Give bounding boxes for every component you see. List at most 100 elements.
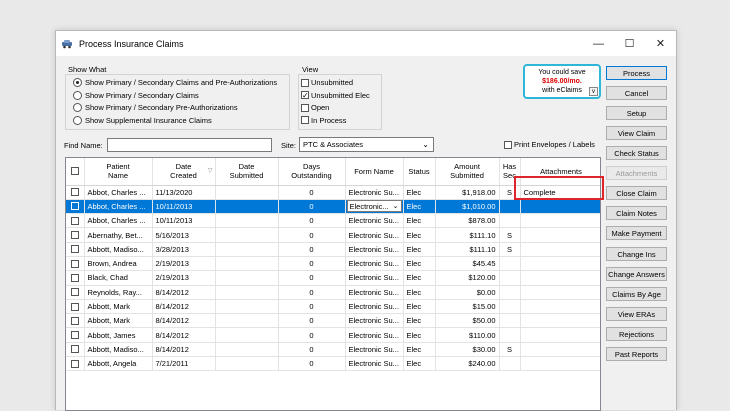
process-button[interactable]: Process [606, 66, 667, 80]
cancel-button[interactable]: Cancel [606, 86, 667, 100]
row-checkbox[interactable] [70, 359, 79, 368]
row-checkbox-cell[interactable] [66, 213, 85, 229]
table-row[interactable]: Abbott, Madiso... 3/28/2013 0 Electronic Su… [66, 242, 600, 257]
cell-form: Electronic Su... [345, 242, 404, 257]
view-option[interactable]: Unsubmitted [301, 78, 353, 87]
col-has-sec[interactable]: Has Sec [499, 158, 521, 186]
radio-button[interactable] [73, 103, 82, 112]
row-checkbox[interactable] [70, 345, 79, 354]
view-option[interactable]: In Process [301, 116, 346, 125]
maximize-button[interactable]: ☐ [614, 31, 645, 56]
eclaims-promo[interactable]: You could save $186.00/mo. with eClaims … [523, 64, 601, 99]
view-checkbox[interactable] [301, 103, 309, 112]
row-checkbox[interactable] [70, 288, 79, 297]
col-status[interactable]: Status [403, 158, 436, 186]
row-checkbox-cell[interactable] [66, 356, 85, 372]
row-checkbox-cell[interactable] [66, 299, 85, 315]
table-row[interactable]: Abbot, Charles ... 10/11/2013 0 Electronic … [66, 213, 600, 229]
radio-button[interactable] [73, 115, 82, 125]
row-checkbox[interactable] [70, 273, 79, 282]
show-what-option[interactable]: Show Supplemental Insurance Claims [73, 115, 212, 125]
make-payment-button[interactable]: Make Payment [606, 226, 667, 240]
table-row[interactable]: Abbott, James 8/14/2012 0 Electronic Su... E… [66, 327, 600, 343]
row-checkbox-cell[interactable] [66, 199, 85, 215]
select-all-header[interactable] [66, 158, 85, 186]
cell-amount: $1,010.00 [435, 199, 500, 215]
show-what-option[interactable]: Show Primary / Secondary Claims and Pre-… [73, 78, 277, 87]
row-checkbox-cell[interactable] [66, 327, 85, 343]
row-checkbox-cell[interactable] [66, 185, 85, 200]
form-name-dropdown[interactable]: Electronic... ⌄ [346, 200, 402, 213]
cell-patient: Abernathy, Bet... [84, 227, 153, 243]
row-checkbox-cell[interactable] [66, 285, 85, 300]
table-row[interactable]: Brown, Andrea 2/19/2013 0 Electronic Su... E… [66, 256, 600, 272]
setup-button[interactable]: Setup [606, 106, 667, 120]
row-checkbox[interactable] [70, 302, 79, 311]
view-checkbox[interactable]: ✓ [301, 91, 309, 100]
row-checkbox[interactable] [70, 259, 79, 268]
row-checkbox-cell[interactable] [66, 270, 85, 286]
view-checkbox[interactable] [301, 78, 309, 87]
view-option[interactable]: ✓ Unsubmitted Elec [301, 91, 370, 100]
check-status-button[interactable]: Check Status [606, 146, 667, 160]
cell-attach [520, 285, 600, 300]
show-what-option[interactable]: Show Primary / Secondary Pre-Authorizati… [73, 103, 238, 112]
col-days-outstanding[interactable]: Days Outstanding [278, 158, 346, 186]
find-name-input[interactable] [107, 138, 272, 152]
table-row[interactable]: Abbot, Charles ... 10/11/2013 0 Electronic.… [66, 199, 600, 215]
cell-status: Elec [403, 313, 436, 329]
show-what-option[interactable]: Show Primary / Secondary Claims [73, 90, 199, 100]
col-amount-submitted[interactable]: Amount Submitted [435, 158, 500, 186]
radio-button[interactable] [73, 90, 82, 100]
claim-notes-button[interactable]: Claim Notes [606, 206, 667, 220]
radio-button[interactable] [73, 78, 82, 87]
row-checkbox-cell[interactable] [66, 227, 85, 243]
col-attachments[interactable]: Attachments [520, 158, 600, 186]
table-row[interactable]: Abbott, Mark 8/14/2012 0 Electronic Su... El… [66, 313, 600, 329]
row-checkbox[interactable] [70, 202, 79, 211]
row-checkbox[interactable] [70, 188, 79, 197]
table-row[interactable]: Abbott, Mark 8/14/2012 0 Electronic Su... El… [66, 299, 600, 315]
cell-submitted [215, 242, 279, 257]
change-ins-button[interactable]: Change Ins [606, 247, 667, 261]
col-patient-name[interactable]: Patient Name [84, 158, 153, 186]
row-checkbox-cell[interactable] [66, 242, 85, 257]
site-select[interactable]: PTC & Associates ⌄ [299, 137, 434, 152]
print-envelopes-box[interactable] [504, 140, 512, 149]
view-claim-button[interactable]: View Claim [606, 126, 667, 140]
row-checkbox[interactable] [70, 331, 79, 340]
view-option[interactable]: Open [301, 103, 329, 112]
table-row[interactable]: Reynolds, Ray... 8/14/2012 0 Electronic Su.… [66, 285, 600, 300]
past-reports-button[interactable]: Past Reports [606, 347, 667, 361]
table-row[interactable]: Abbott, Angela 7/21/2011 0 Electronic Su...… [66, 356, 600, 372]
table-row[interactable]: Abernathy, Bet... 5/16/2013 0 Electronic Su… [66, 227, 600, 243]
change-answers-button[interactable]: Change Answers [606, 267, 667, 281]
claims-by-age-button[interactable]: Claims By Age [606, 287, 667, 301]
view-checkbox[interactable] [301, 116, 309, 124]
close-button[interactable]: ✕ [645, 31, 676, 56]
rejections-button[interactable]: Rejections [606, 327, 667, 341]
table-row[interactable]: Black, Chad 2/19/2013 0 Electronic Su... Ele… [66, 270, 600, 286]
promo-expand-button[interactable]: v [589, 87, 598, 96]
show-what-label: Show What [68, 65, 107, 74]
row-checkbox[interactable] [70, 245, 79, 254]
row-checkbox-cell[interactable] [66, 256, 85, 272]
row-checkbox[interactable] [70, 216, 79, 225]
print-envelopes-checkbox[interactable]: Print Envelopes / Labels [504, 140, 595, 149]
row-checkbox-cell[interactable] [66, 342, 85, 358]
minimize-button[interactable]: — [583, 31, 614, 56]
row-checkbox[interactable] [70, 316, 79, 325]
select-all-checkbox[interactable] [70, 167, 79, 176]
col-date-submitted[interactable]: Date Submitted [215, 158, 279, 186]
table-row[interactable]: Abbott, Madiso... 8/14/2012 0 Electronic Su… [66, 342, 600, 358]
table-row[interactable]: Abbot, Charles ... 11/13/2020 0 Electronic … [66, 185, 600, 200]
view-eras-button[interactable]: View ERAs [606, 307, 667, 321]
row-checkbox[interactable] [70, 231, 79, 240]
col-form-name[interactable]: Form Name [345, 158, 404, 186]
cell-created: 8/14/2012 [152, 299, 216, 315]
row-checkbox-cell[interactable] [66, 313, 85, 329]
claims-grid[interactable]: Patient Name Date Created ▽ Date Submitte… [65, 157, 601, 411]
cell-created: 8/14/2012 [152, 313, 216, 329]
col-date-created[interactable]: Date Created ▽ [152, 158, 216, 186]
close-claim-button[interactable]: Close Claim [606, 186, 667, 200]
